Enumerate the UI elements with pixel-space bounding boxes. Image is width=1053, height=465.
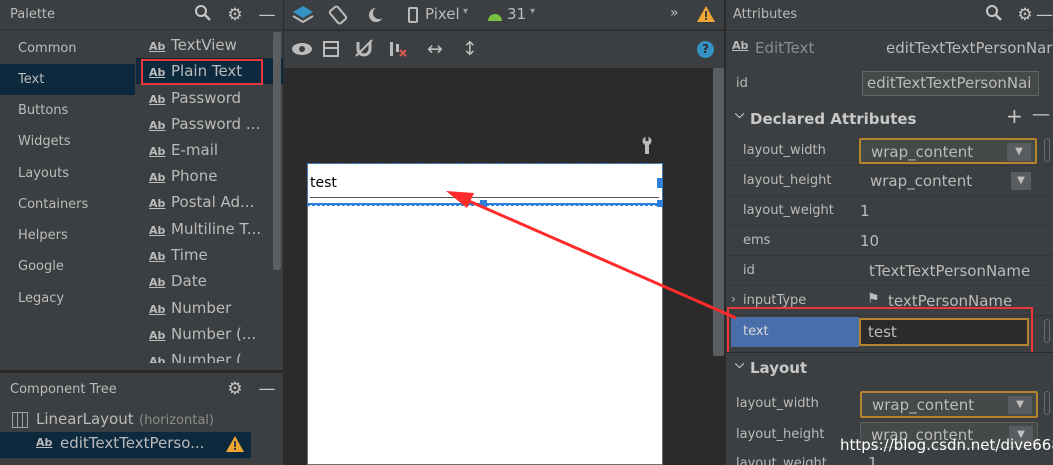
watermark: https://blog.csdn.net/dive668: [840, 436, 1053, 454]
annotation-arrow: [446, 191, 737, 320]
android-studio-layout-editor: Palette ⚙ — Common Text Buttons Widgets …: [0, 0, 1053, 465]
